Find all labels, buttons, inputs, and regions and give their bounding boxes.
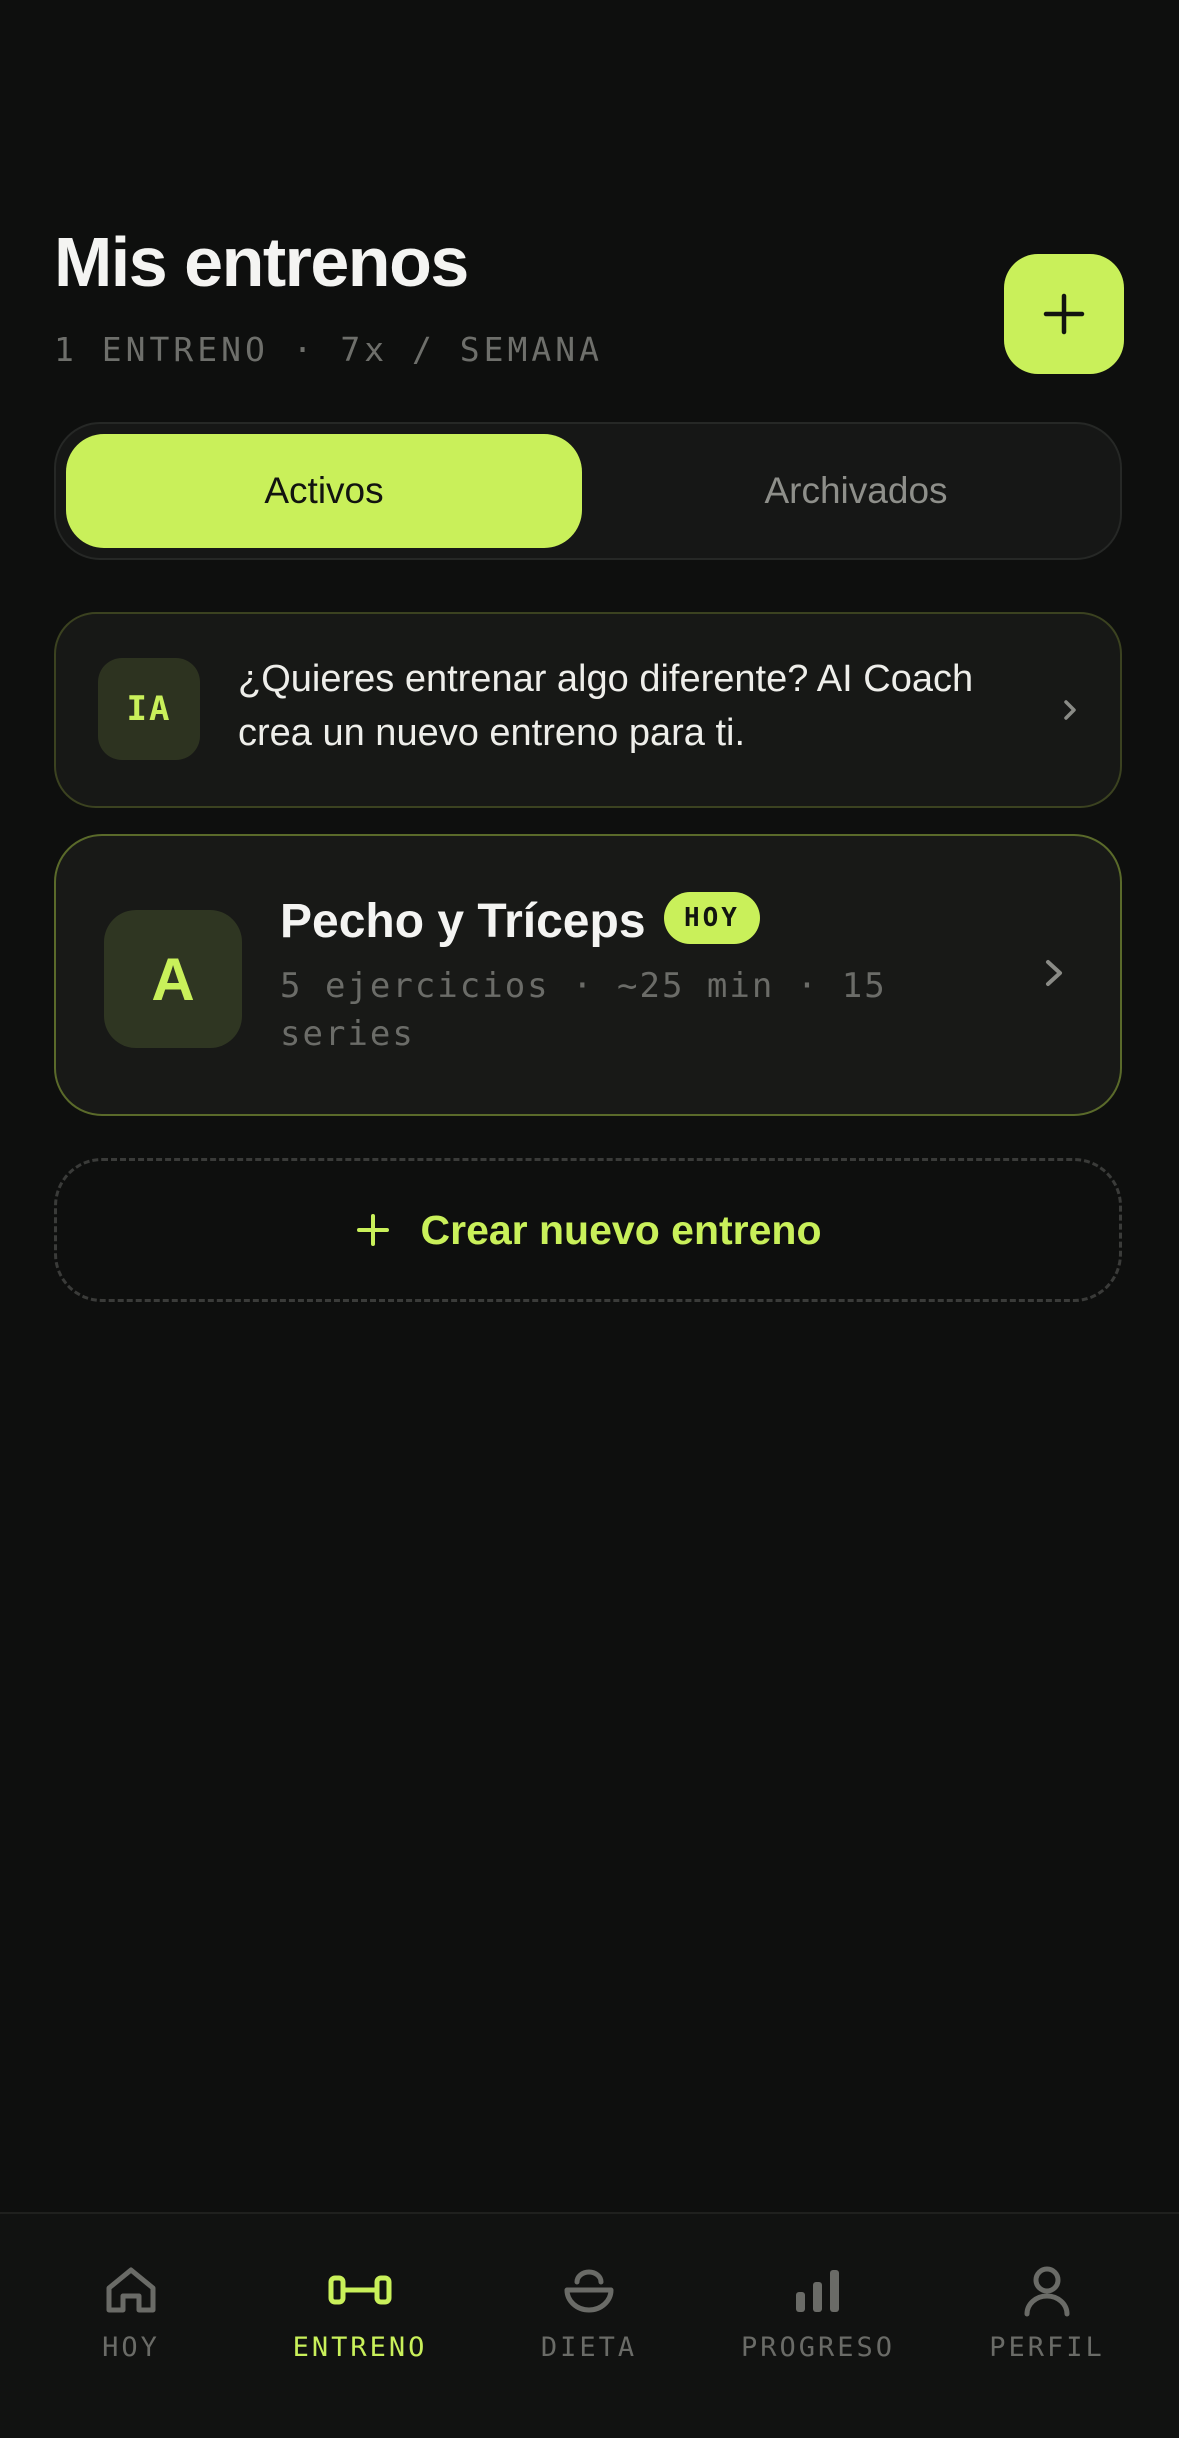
tab-activos[interactable]: Activos xyxy=(66,434,582,548)
ai-badge: IA xyxy=(98,658,200,760)
status-segmented-control: Activos Archivados xyxy=(54,422,1122,560)
user-icon xyxy=(1024,2266,1070,2317)
workout-letter-avatar: A xyxy=(104,910,242,1048)
dumbbell-icon xyxy=(328,2275,392,2305)
plus-icon xyxy=(356,1214,389,1246)
plus-icon xyxy=(1043,293,1085,335)
chevron-right-icon xyxy=(1046,960,1062,986)
bar-chart-icon xyxy=(796,2270,839,2312)
tab-label: PERFIL xyxy=(989,2332,1105,2363)
page-subtitle: 1 ENTRENO · 7x / SEMANA xyxy=(54,330,603,369)
home-icon xyxy=(106,2267,156,2313)
tab-perfil[interactable]: PERFIL xyxy=(929,2214,1165,2438)
chevron-right-icon xyxy=(1064,700,1076,720)
tab-label: DIETA xyxy=(540,2332,638,2363)
tab-entreno[interactable]: ENTRENO xyxy=(242,2214,478,2438)
today-badge: HOY xyxy=(664,892,760,944)
create-workout-button[interactable]: Crear nuevo entreno xyxy=(54,1158,1122,1302)
workout-card[interactable]: A Pecho y Tríceps HOY 5 ejercicios · ~25… xyxy=(54,834,1122,1116)
tab-label: HOY xyxy=(102,2332,160,2363)
tab-label: ENTRENO xyxy=(292,2332,428,2363)
workouts-screen: Mis entrenos 1 ENTRENO · 7x / SEMANA Act… xyxy=(0,0,1179,2438)
tab-dieta[interactable]: DIETA xyxy=(471,2214,707,2438)
tab-archivados[interactable]: Archivados xyxy=(598,434,1114,548)
workout-meta: 5 ejercicios · ~25 min · 15 series xyxy=(280,966,887,1054)
tab-label: PROGRESO xyxy=(740,2332,896,2363)
ai-coach-text: ¿Quieres entrenar algo diferente? AI Coa… xyxy=(238,658,974,754)
tab-progreso[interactable]: PROGRESO xyxy=(700,2214,936,2438)
bowl-icon xyxy=(564,2269,614,2313)
create-workout-label: Crear nuevo entreno xyxy=(420,1206,822,1253)
ai-coach-card[interactable]: IA ¿Quieres entrenar algo diferente? AI … xyxy=(54,612,1122,808)
add-workout-button[interactable] xyxy=(1004,254,1124,374)
bottom-tab-bar: HOY ENTRENO DIETA PROGRESO PERFIL xyxy=(0,2212,1179,2438)
tab-hoy[interactable]: HOY xyxy=(13,2214,249,2438)
page-title: Mis entrenos xyxy=(54,223,469,301)
workout-name: Pecho y Tríceps xyxy=(280,895,646,948)
